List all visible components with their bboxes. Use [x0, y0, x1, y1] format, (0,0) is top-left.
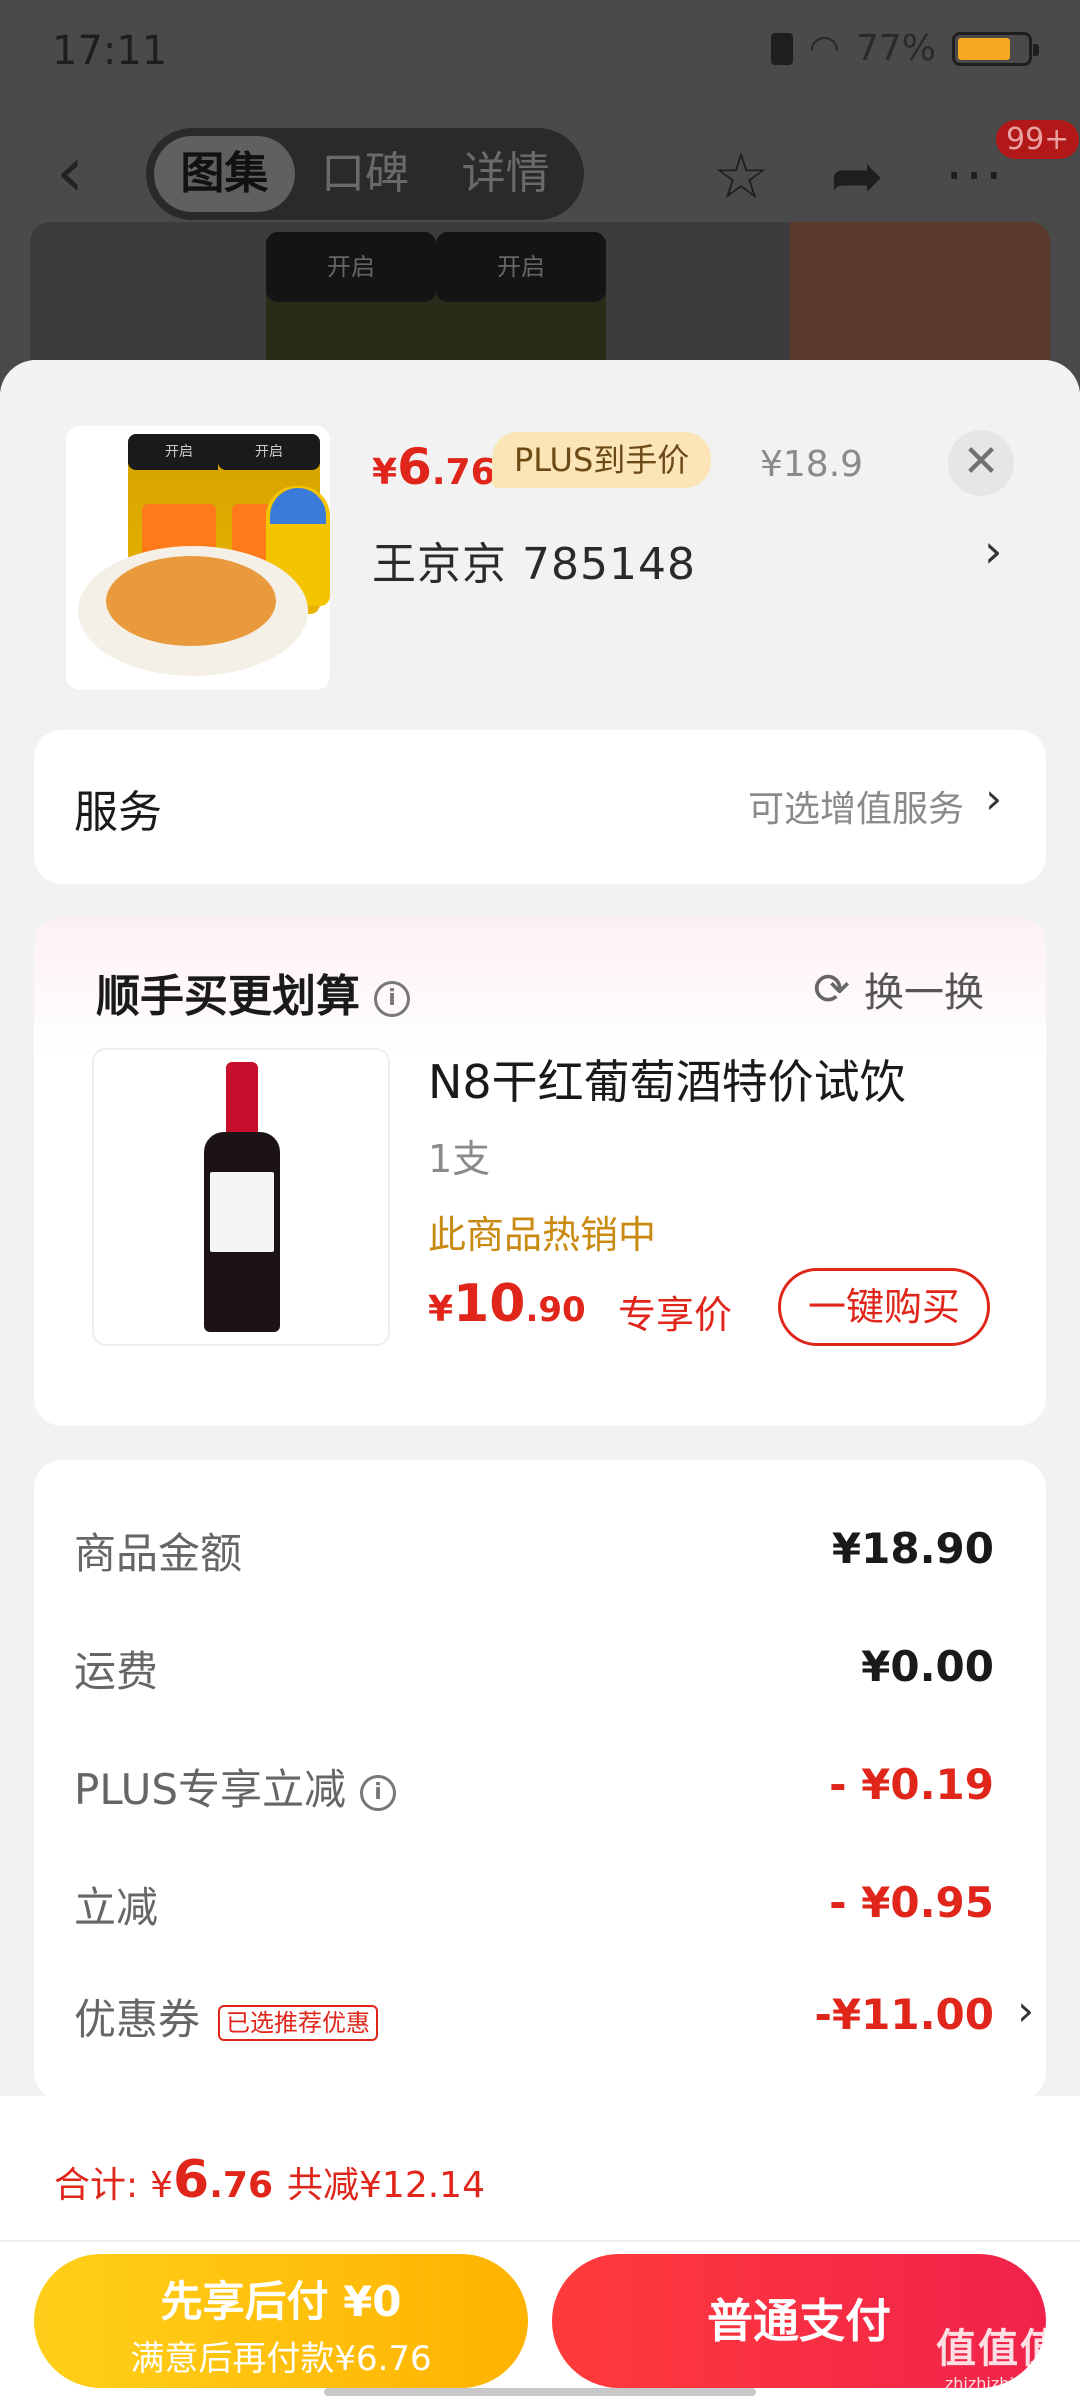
wine-bottle-image	[204, 1062, 280, 1334]
original-price: ¥18.9	[760, 444, 864, 485]
chevron-right-icon[interactable]: ›	[984, 524, 1002, 578]
battery-percent: 77%	[855, 28, 936, 69]
selected-spec[interactable]: 王京京 785148	[372, 528, 696, 592]
more-icon[interactable]: ···	[940, 142, 1010, 212]
info-icon[interactable]: i	[360, 1774, 397, 1811]
status-time: 17:11	[52, 28, 168, 74]
product-price: ¥6.76	[372, 438, 496, 496]
order-total: 合计: ¥ 6 .76 共减¥12.14	[54, 2150, 485, 2210]
close-icon[interactable]: ✕	[948, 430, 1014, 496]
tab-bar: 图集 口碑 详情	[146, 128, 584, 220]
bundle-item-status: 此商品热销中	[428, 1213, 657, 1257]
share-icon[interactable]: ➦	[822, 142, 892, 212]
summary-row-coupon[interactable]: 优惠券 已选推荐优惠 -¥11.00 ›	[74, 1986, 1034, 2046]
food-image	[106, 556, 276, 646]
wifi-icon: ◠	[808, 28, 840, 69]
service-title: 服务	[74, 787, 162, 838]
watermark-logo: 值值值 zhizhizhi.com	[936, 2326, 1062, 2393]
chevron-right-icon: ›	[985, 774, 1002, 823]
home-indicator[interactable]	[324, 2388, 756, 2396]
divider	[0, 2240, 1080, 2242]
chevron-right-icon: ›	[1017, 1986, 1034, 2035]
message-badge: 99+	[996, 120, 1080, 159]
swap-button[interactable]: ⟳ 换一换	[813, 960, 984, 1018]
back-icon[interactable]: ‹	[56, 137, 116, 207]
one-click-buy-button[interactable]: 一键购买	[778, 1268, 990, 1346]
total-savings: 共减¥12.14	[287, 2165, 485, 2206]
status-bar: 17:11 ◠ 77%	[0, 0, 1080, 100]
refresh-icon: ⟳	[813, 963, 850, 1015]
bundle-card: 顺手买更划算 i ⟳ 换一换 N8干红葡萄酒特价试饮 1支 此商品热销中 ¥10.…	[34, 918, 1046, 1426]
bundle-title: 顺手买更划算 i	[96, 960, 410, 1024]
summary-row-goods: 商品金额 ¥18.90	[74, 1524, 994, 1578]
top-nav: ‹ 图集 口碑 详情 ☆ ➦ ··· 99+	[0, 120, 1080, 230]
coupon-tag: 已选推荐优惠	[218, 2004, 379, 2041]
info-icon[interactable]: i	[374, 981, 410, 1017]
service-hint: 可选增值服务	[747, 789, 964, 830]
status-indicators: ◠ 77%	[770, 28, 1039, 69]
sim-icon	[770, 32, 793, 65]
tab-details[interactable]: 详情	[435, 136, 576, 212]
summary-row-plus-discount: PLUS专享立减 i - ¥0.19	[74, 1760, 994, 1814]
tab-reviews[interactable]: 口碑	[295, 136, 436, 212]
summary-row-shipping: 运费 ¥0.00	[74, 1642, 994, 1696]
bundle-price-label: 专享价	[618, 1293, 733, 1337]
plus-price-tag: PLUS到手价	[492, 432, 712, 488]
checkout-footer: 合计: ¥ 6 .76 共减¥12.14 先享后付 ¥0 满意后再付款¥6.76…	[0, 2096, 1080, 2400]
service-row[interactable]: 服务 可选增值服务 ›	[34, 730, 1046, 884]
wine-thumbnail[interactable]	[92, 1048, 390, 1346]
bundle-item-name[interactable]: N8干红葡萄酒特价试饮	[428, 1046, 906, 1112]
favorite-star-icon[interactable]: ☆	[706, 142, 776, 212]
bundle-item-price: ¥10.90	[428, 1274, 586, 1334]
product-summary: 开启 开启 ¥6.76 PLUS到手价 ¥18.9 ✕ 王京京 785148 ›	[0, 360, 1080, 730]
price-summary-card: 商品金额 ¥18.90 运费 ¥0.00 PLUS专享立减 i - ¥0.19 立…	[34, 1460, 1046, 2100]
battery-icon	[952, 31, 1039, 66]
background-overlay: 17:11 ◠ 77% ‹ 图集 口碑 详情 ☆ ➦ ··· 99+ 开启 开启	[0, 0, 1080, 422]
bundle-item-qty: 1支	[428, 1137, 491, 1181]
checkout-sheet: 开启 开启 ¥6.76 PLUS到手价 ¥18.9 ✕ 王京京 785148 ›…	[0, 360, 1080, 2400]
tab-gallery[interactable]: 图集	[154, 136, 295, 212]
summary-row-instant-discount: 立减 - ¥0.95	[74, 1878, 994, 1932]
pay-later-button[interactable]: 先享后付 ¥0 满意后再付款¥6.76	[34, 2254, 528, 2388]
product-thumbnail: 开启 开启	[66, 426, 330, 690]
